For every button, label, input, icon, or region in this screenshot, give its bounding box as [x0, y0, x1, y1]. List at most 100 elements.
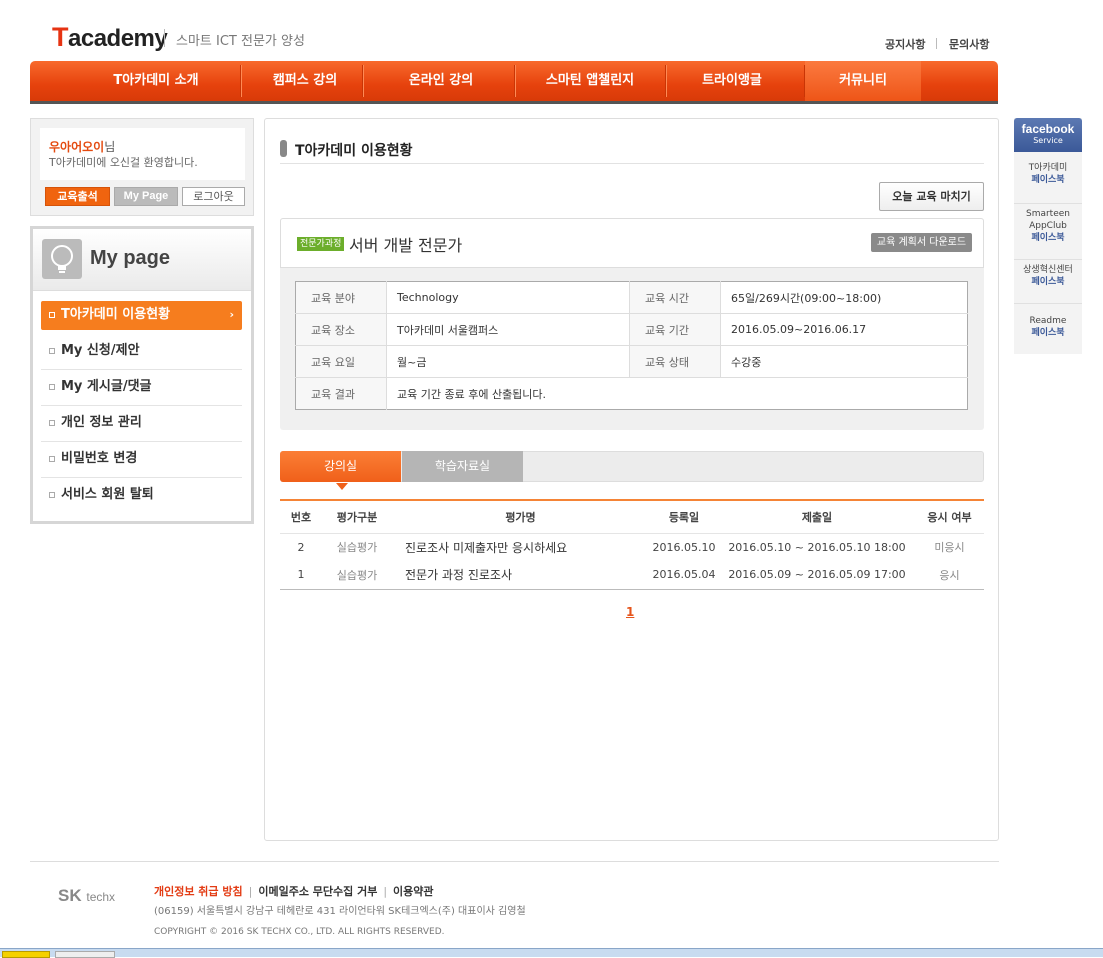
welcome-text: T아카데미에 오신걸 환영합니다.: [49, 156, 198, 169]
facebook-link-tacademy[interactable]: T아카데미 페이스북: [1014, 162, 1082, 204]
course-header: 전문가과정 서버 개발 전문가 교육 계획서 다운로드: [280, 218, 984, 268]
footer-copyright: COPYRIGHT © 2016 SK TECHX CO., LTD. ALL …: [154, 927, 445, 937]
footer-link-separator: |: [383, 885, 388, 898]
toplink-divider: [936, 38, 937, 49]
period-value: 2016.05.09~2016.06.17: [720, 313, 968, 346]
bullet-icon: [49, 348, 55, 354]
col-eval-name: 평가명: [392, 500, 649, 534]
inquiry-link[interactable]: 문의사항: [949, 36, 989, 52]
table-row: 2 실습평가 진로조사 미제출자만 응시하세요 2016.05.10 2016.…: [280, 533, 984, 561]
tab-materials[interactable]: 학습자료실: [402, 451, 523, 482]
time-value: 65일/269시간(09:00~18:00): [720, 281, 968, 314]
place-value: T아카데미 서울캠퍼스: [386, 313, 630, 346]
page-title-bar: T아카데미 이용현황: [280, 128, 984, 164]
cell-eval-name[interactable]: 진로조사 미제출자만 응시하세요: [392, 533, 649, 561]
mypage-title: My page: [90, 247, 171, 269]
time-label: 교육 시간: [629, 281, 721, 314]
terms-link[interactable]: 이용약관: [393, 885, 433, 898]
nav-divider: [514, 65, 515, 97]
email-refusal-link[interactable]: 이메일주소 무단수집 거부: [258, 885, 377, 898]
col-attempted: 응시 여부: [915, 500, 984, 534]
period-label: 교육 기간: [629, 313, 721, 346]
logo-text: academy: [68, 25, 168, 52]
pagination-page[interactable]: 1: [626, 605, 634, 619]
facebook-item-link: 페이스북: [1031, 328, 1065, 338]
cell-registered: 2016.05.04: [649, 561, 719, 590]
nav-item-about[interactable]: T아카데미 소개: [85, 61, 227, 101]
logo-sk: SK: [58, 886, 82, 905]
course-name: 서버 개발 전문가: [349, 236, 463, 255]
finish-today-button[interactable]: 오늘 교육 마치기: [879, 182, 984, 211]
col-eval-type: 평가구분: [322, 500, 392, 534]
facebook-item-link: 페이스북: [1031, 233, 1065, 243]
attend-button[interactable]: 교육출석: [45, 187, 110, 206]
status-label: 교육 상태: [629, 345, 721, 378]
logo-t: T: [52, 22, 69, 52]
privacy-policy-link[interactable]: 개인정보 취급 방침: [154, 885, 243, 898]
nav-item-triangle[interactable]: 트라이앵글: [667, 61, 797, 101]
facebook-item-link: 페이스북: [1031, 175, 1065, 185]
facebook-link-readme[interactable]: Readme 페이스북: [1014, 315, 1082, 354]
page-title: T아카데미 이용현황: [295, 143, 413, 159]
download-plan-button[interactable]: 교육 계획서 다운로드: [871, 233, 972, 252]
sidebar-item-personal-info[interactable]: 개인 정보 관리: [41, 406, 242, 442]
cell-number: 1: [280, 561, 322, 590]
nav-divider: [665, 65, 666, 97]
footer-divider: [30, 861, 999, 862]
sidebar-item-password[interactable]: 비밀번호 변경: [41, 442, 242, 478]
bullet-icon: [49, 492, 55, 498]
slogan: 스마트 ICT 전문가 양성: [176, 34, 305, 49]
facebook-service-bar: facebook Service T아카데미 페이스북 Smarteen App…: [1014, 118, 1082, 354]
cell-attempted: 미응시: [934, 541, 965, 555]
username-value: 우아어오이: [49, 140, 105, 154]
nav-item-app-challenge[interactable]: 스마틴 앱챌린지: [525, 61, 655, 101]
notice-link[interactable]: 공지사항: [885, 36, 925, 52]
facebook-item-name: Readme: [1029, 316, 1067, 326]
bullet-icon: [49, 420, 55, 426]
sidebar-item-label: 개인 정보 관리: [61, 415, 142, 430]
lightbulb-icon: [42, 239, 82, 279]
sidebar-item-label: My 게시글/댓글: [61, 379, 152, 394]
logo-techx: techx: [86, 890, 116, 904]
sk-techx-logo: SK techx: [58, 886, 115, 906]
sidebar-item-label: T아카데미 이용현황: [61, 307, 171, 322]
sidebar-item-withdraw[interactable]: 서비스 회원 탈퇴: [41, 478, 242, 514]
bullet-icon: [49, 312, 55, 318]
footer-links: 개인정보 취급 방침 | 이메일주소 무단수집 거부 | 이용약관: [154, 883, 434, 899]
chevron-right-icon: ›: [229, 308, 234, 321]
footer-address: (06159) 서울특별시 강남구 테헤란로 431 라이언타워 SK테크엑스(…: [154, 906, 526, 917]
username: 우아어오이님: [49, 138, 115, 155]
field-value: Technology: [386, 281, 630, 314]
nav-item-online[interactable]: 온라인 강의: [376, 61, 506, 101]
course-type-badge: 전문가과정: [297, 237, 345, 251]
nav-item-campus[interactable]: 캠퍼스 강의: [240, 61, 370, 101]
bullet-icon: [49, 456, 55, 462]
cell-submitted: 2016.05.10 ~ 2016.05.10 18:00: [728, 540, 906, 554]
col-submitted: 제출일: [719, 500, 915, 534]
col-registered: 등록일: [649, 500, 719, 534]
bullet-icon: [49, 384, 55, 390]
sidebar-item-posts[interactable]: My 게시글/댓글: [41, 370, 242, 406]
mypage-sidebar: My page T아카데미 이용현황 › My 신청/제안 My 게시글/댓글 개…: [30, 226, 254, 524]
facebook-link-sangsaeng[interactable]: 상생혁신센터 페이스북: [1014, 264, 1082, 304]
site-logo[interactable]: Tacademy: [52, 22, 168, 53]
sidebar-item-label: 서비스 회원 탈퇴: [61, 487, 154, 502]
username-suffix: 님: [104, 140, 116, 154]
cell-eval-name[interactable]: 전문가 과정 진로조사: [392, 561, 649, 590]
tab-lecture-room[interactable]: 강의실: [280, 451, 401, 482]
title-marker-icon: [280, 140, 287, 157]
facebook-link-smarteen[interactable]: Smarteen AppClub 페이스북: [1014, 208, 1082, 260]
nav-divider: [362, 65, 363, 97]
place-label: 교육 장소: [295, 313, 387, 346]
nav-item-community[interactable]: 커뮤니티: [805, 61, 921, 101]
facebook-title: facebook: [1021, 122, 1075, 136]
mypage-button[interactable]: My Page: [114, 187, 178, 206]
days-label: 교육 요일: [295, 345, 387, 378]
logout-button[interactable]: 로그아웃: [182, 187, 245, 206]
welcome-panel: 우아어오이님 T아카데미에 오신걸 환영합니다.: [40, 128, 245, 180]
course-info-table: 교육 분야 Technology 교육 시간 65일/269시간(09:00~1…: [295, 281, 968, 410]
main-nav: T아카데미 소개 캠퍼스 강의 온라인 강의 스마틴 앱챌린지 트라이앵글 커뮤…: [30, 61, 998, 101]
sidebar-item-usage[interactable]: T아카데미 이용현황 ›: [41, 301, 242, 330]
sidebar-item-label: My 신청/제안: [61, 343, 140, 358]
sidebar-item-applications[interactable]: My 신청/제안: [41, 334, 242, 370]
